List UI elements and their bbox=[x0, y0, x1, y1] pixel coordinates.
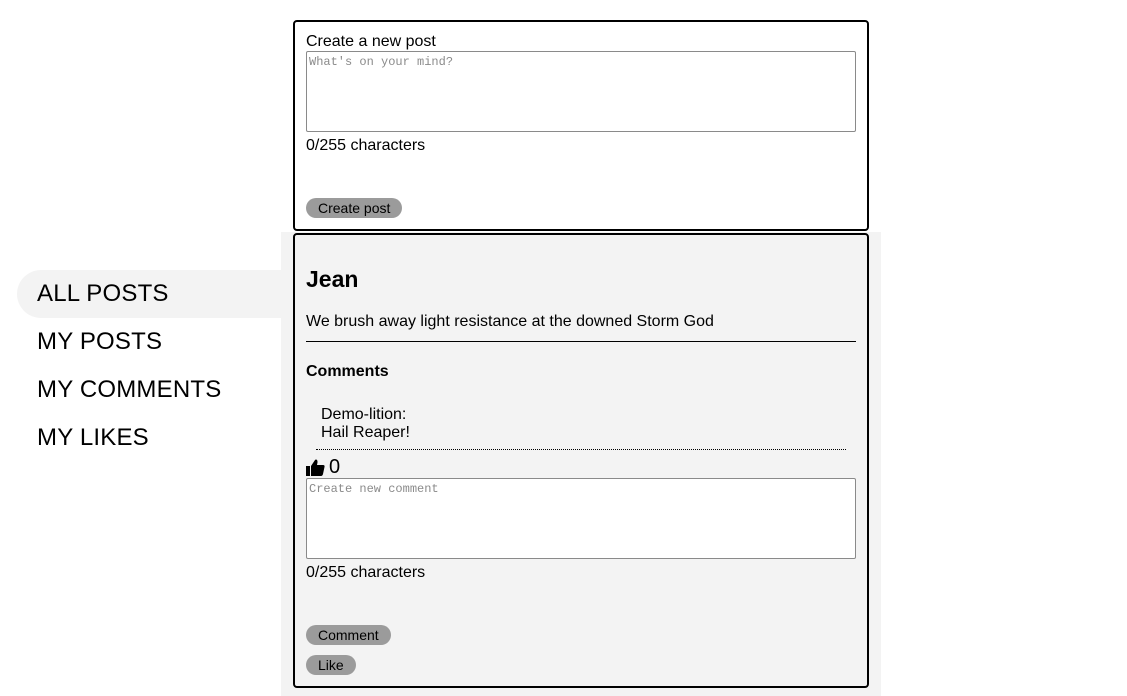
nav-item-my-comments[interactable]: MY COMMENTS bbox=[17, 366, 289, 414]
post-author: Jean bbox=[306, 266, 359, 292]
sidebar-nav: ALL POSTS MY POSTS MY COMMENTS MY LIKES bbox=[17, 270, 289, 462]
comments-heading: Comments bbox=[306, 363, 389, 380]
nav-item-all-posts[interactable]: ALL POSTS bbox=[17, 270, 289, 318]
comment-button[interactable]: Comment bbox=[306, 625, 391, 645]
create-post-label: Create a new post bbox=[306, 33, 436, 50]
comment-author: Demo-lition: bbox=[321, 406, 407, 423]
post-char-counter: 0/255 characters bbox=[306, 137, 426, 154]
new-comment-textarea[interactable] bbox=[306, 478, 856, 559]
new-post-textarea[interactable] bbox=[306, 51, 856, 132]
post-divider bbox=[306, 341, 856, 342]
thumbs-up-icon bbox=[306, 459, 329, 476]
nav-item-my-likes[interactable]: MY LIKES bbox=[17, 414, 289, 462]
post-body: We brush away light resistance at the do… bbox=[306, 313, 714, 330]
like-count: 0 bbox=[329, 455, 341, 478]
like-counter: 0 bbox=[306, 455, 341, 478]
create-post-button[interactable]: Create post bbox=[306, 198, 403, 218]
comment-text: Hail Reaper! bbox=[321, 424, 410, 441]
post-card: Jean We brush away light resistance at t… bbox=[293, 233, 869, 688]
create-post-card: Create a new post 0/255 characters Creat… bbox=[293, 20, 869, 231]
comment-char-counter: 0/255 characters bbox=[306, 564, 426, 581]
comment-item: Demo-lition: Hail Reaper! bbox=[321, 406, 410, 442]
like-button[interactable]: Like bbox=[306, 655, 356, 675]
nav-item-my-posts[interactable]: MY POSTS bbox=[17, 318, 289, 366]
comment-divider bbox=[316, 449, 846, 450]
